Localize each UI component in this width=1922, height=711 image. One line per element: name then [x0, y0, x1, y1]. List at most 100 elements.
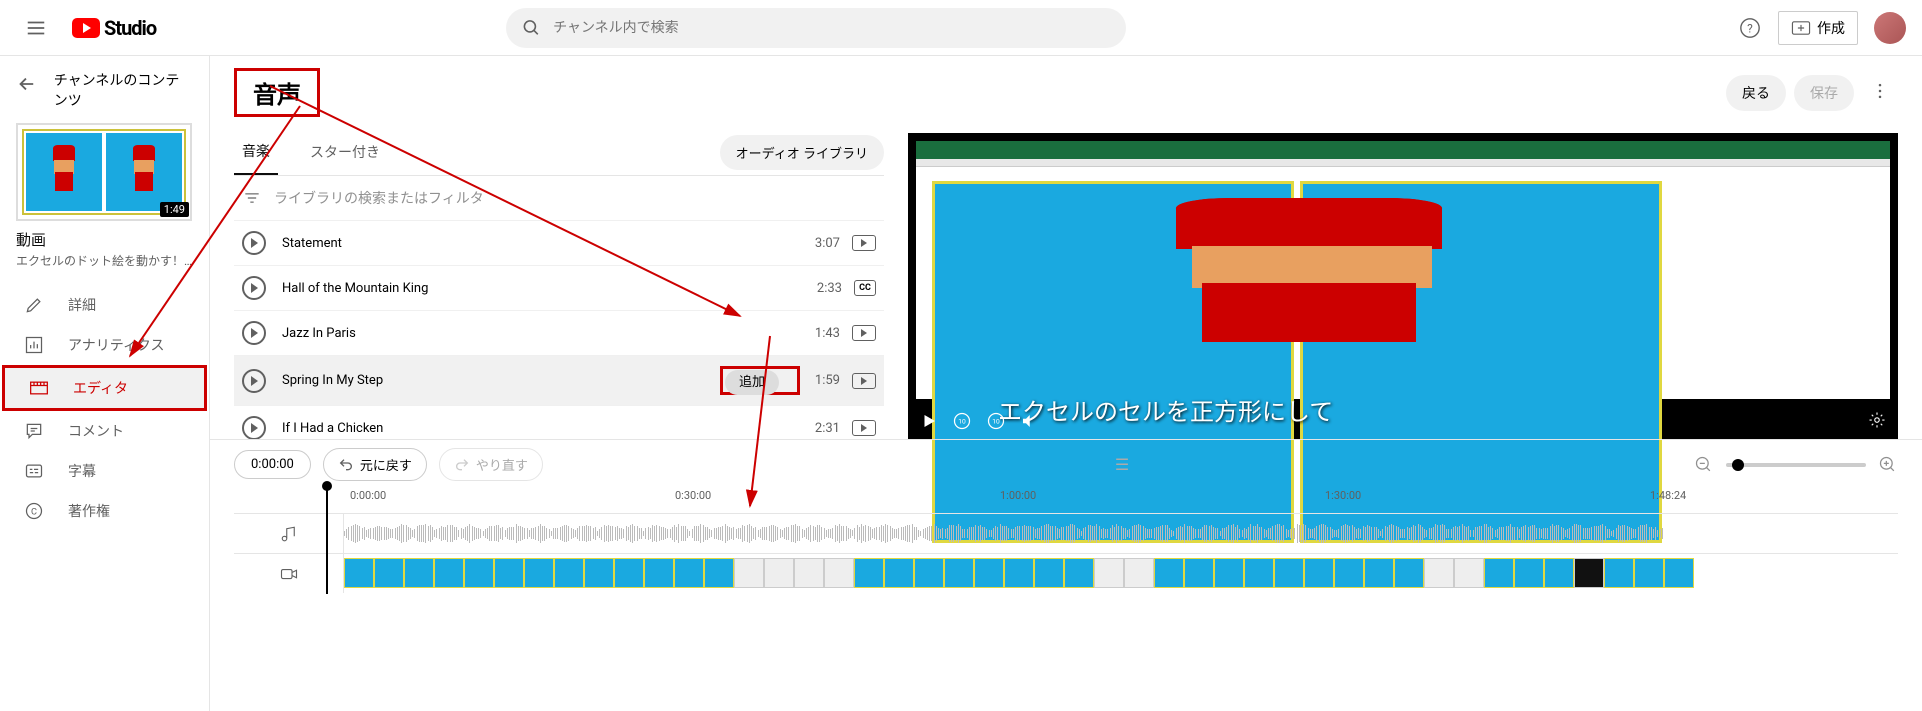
timeline-clip[interactable]	[614, 558, 644, 588]
timeline-clip[interactable]	[1394, 558, 1424, 588]
clip-strip[interactable]	[344, 558, 1898, 590]
timeline-clip[interactable]	[584, 558, 614, 588]
add-track-button[interactable]: 追加	[725, 370, 779, 395]
preview-icon[interactable]	[852, 325, 876, 341]
play-track-button[interactable]	[242, 416, 266, 439]
redo-button[interactable]: やり直す	[439, 448, 543, 481]
timeline-clip[interactable]	[1124, 558, 1154, 588]
sidebar-item-subtitles[interactable]: 字幕	[0, 451, 209, 491]
timeline-clip[interactable]	[1334, 558, 1364, 588]
timeline-clip[interactable]	[374, 558, 404, 588]
zoom-out-icon[interactable]	[1694, 455, 1714, 475]
timeline-clip[interactable]	[1184, 558, 1214, 588]
timeline-clip[interactable]	[1544, 558, 1574, 588]
logo[interactable]: Studio	[72, 16, 156, 40]
search-input[interactable]	[553, 20, 1110, 36]
play-track-button[interactable]	[242, 276, 266, 300]
timeline-clip[interactable]	[854, 558, 884, 588]
timeline-clip[interactable]	[1514, 558, 1544, 588]
timeline-clip[interactable]	[434, 558, 464, 588]
timeline-clip[interactable]	[1034, 558, 1064, 588]
sidebar-item-copyright[interactable]: C 著作権	[0, 491, 209, 531]
save-button[interactable]: 保存	[1794, 75, 1854, 111]
timeline-clip[interactable]	[824, 558, 854, 588]
zoom-in-icon[interactable]	[1878, 455, 1898, 475]
timeline-clip[interactable]	[1244, 558, 1274, 588]
video-preview[interactable]: エクセルのセルを正方形にして 10 10	[908, 133, 1898, 439]
sidebar-item-comments[interactable]: コメント	[0, 411, 209, 451]
timeline-clip[interactable]	[1424, 558, 1454, 588]
timeline-clip[interactable]	[494, 558, 524, 588]
play-icon[interactable]	[920, 412, 938, 430]
timeline-clip[interactable]	[704, 558, 734, 588]
timeline-clip[interactable]	[1094, 558, 1124, 588]
undo-button[interactable]: 元に戻す	[323, 448, 427, 481]
forward-icon[interactable]: 10	[986, 411, 1006, 431]
audio-library-button[interactable]: オーディオ ライブラリ	[720, 135, 884, 170]
video-track-row[interactable]	[234, 553, 1898, 593]
timeline-clip[interactable]	[734, 558, 764, 588]
track-row[interactable]: Statement3:07	[234, 221, 884, 266]
tab-music[interactable]: 音楽	[234, 129, 278, 175]
timeline-clip[interactable]	[1064, 558, 1094, 588]
current-time[interactable]: 0:00:00	[234, 450, 311, 479]
audio-track-row[interactable]	[234, 513, 1898, 553]
timeline-clip[interactable]	[764, 558, 794, 588]
drag-handle-icon[interactable]: ☰	[1115, 455, 1129, 474]
track-row[interactable]: Hall of the Mountain King2:33CC	[234, 266, 884, 311]
sidebar-item-analytics[interactable]: アナリティクス	[0, 325, 209, 365]
timeline-clip[interactable]	[1304, 558, 1334, 588]
timeline-clip[interactable]	[674, 558, 704, 588]
timeline-clip[interactable]	[1214, 558, 1244, 588]
timeline-clip[interactable]	[1454, 558, 1484, 588]
play-track-button[interactable]	[242, 321, 266, 345]
timeline-clip[interactable]	[1364, 558, 1394, 588]
time-ruler[interactable]: 0:00:000:30:001:00:001:30:001:48:24	[350, 489, 1898, 513]
playhead[interactable]	[326, 484, 328, 594]
create-button[interactable]: 作成	[1778, 11, 1858, 45]
track-row[interactable]: If I Had a Chicken2:31	[234, 406, 884, 439]
timeline-clip[interactable]	[974, 558, 1004, 588]
volume-icon[interactable]	[1020, 412, 1038, 430]
search-box[interactable]	[506, 8, 1126, 48]
timeline-clip[interactable]	[794, 558, 824, 588]
preview-icon[interactable]	[852, 235, 876, 251]
more-menu[interactable]	[1862, 73, 1898, 113]
track-row[interactable]: Spring In My Step追加1:59	[234, 356, 884, 406]
video-thumbnail[interactable]: 1:49	[16, 123, 193, 221]
timeline-clip[interactable]	[644, 558, 674, 588]
timeline-clip[interactable]	[914, 558, 944, 588]
timeline-clip[interactable]	[1484, 558, 1514, 588]
tab-starred[interactable]: スター付き	[302, 130, 388, 174]
settings-icon[interactable]	[1868, 411, 1886, 429]
filter-row[interactable]: ライブラリの検索またはフィルタ	[234, 176, 884, 221]
timeline-clip[interactable]	[554, 558, 584, 588]
preview-icon[interactable]	[852, 373, 876, 389]
play-track-button[interactable]	[242, 369, 266, 393]
back-button[interactable]: 戻る	[1726, 75, 1786, 111]
hamburger-menu[interactable]	[16, 8, 56, 48]
preview-icon[interactable]	[852, 420, 876, 436]
rewind-icon[interactable]: 10	[952, 411, 972, 431]
waveform[interactable]	[344, 518, 1898, 550]
timeline-clip[interactable]	[1004, 558, 1034, 588]
timeline-clip[interactable]	[1574, 558, 1604, 588]
sidebar-item-editor[interactable]: エディタ	[2, 365, 207, 411]
timeline-clip[interactable]	[1604, 558, 1634, 588]
back-to-content[interactable]: チャンネルのコンテンツ	[0, 68, 209, 123]
help-button[interactable]: ?	[1730, 8, 1770, 48]
timeline-clip[interactable]	[464, 558, 494, 588]
timeline-clip[interactable]	[404, 558, 434, 588]
timeline-clip[interactable]	[884, 558, 914, 588]
zoom-slider[interactable]	[1726, 463, 1866, 467]
timeline-clip[interactable]	[1664, 558, 1694, 588]
sidebar-item-details[interactable]: 詳細	[0, 285, 209, 325]
track-row[interactable]: Jazz In Paris1:43	[234, 311, 884, 356]
play-track-button[interactable]	[242, 231, 266, 255]
timeline-clip[interactable]	[1274, 558, 1304, 588]
timeline-clip[interactable]	[1154, 558, 1184, 588]
timeline-clip[interactable]	[344, 558, 374, 588]
timeline-clip[interactable]	[1634, 558, 1664, 588]
timeline-clip[interactable]	[944, 558, 974, 588]
user-avatar[interactable]	[1874, 12, 1906, 44]
